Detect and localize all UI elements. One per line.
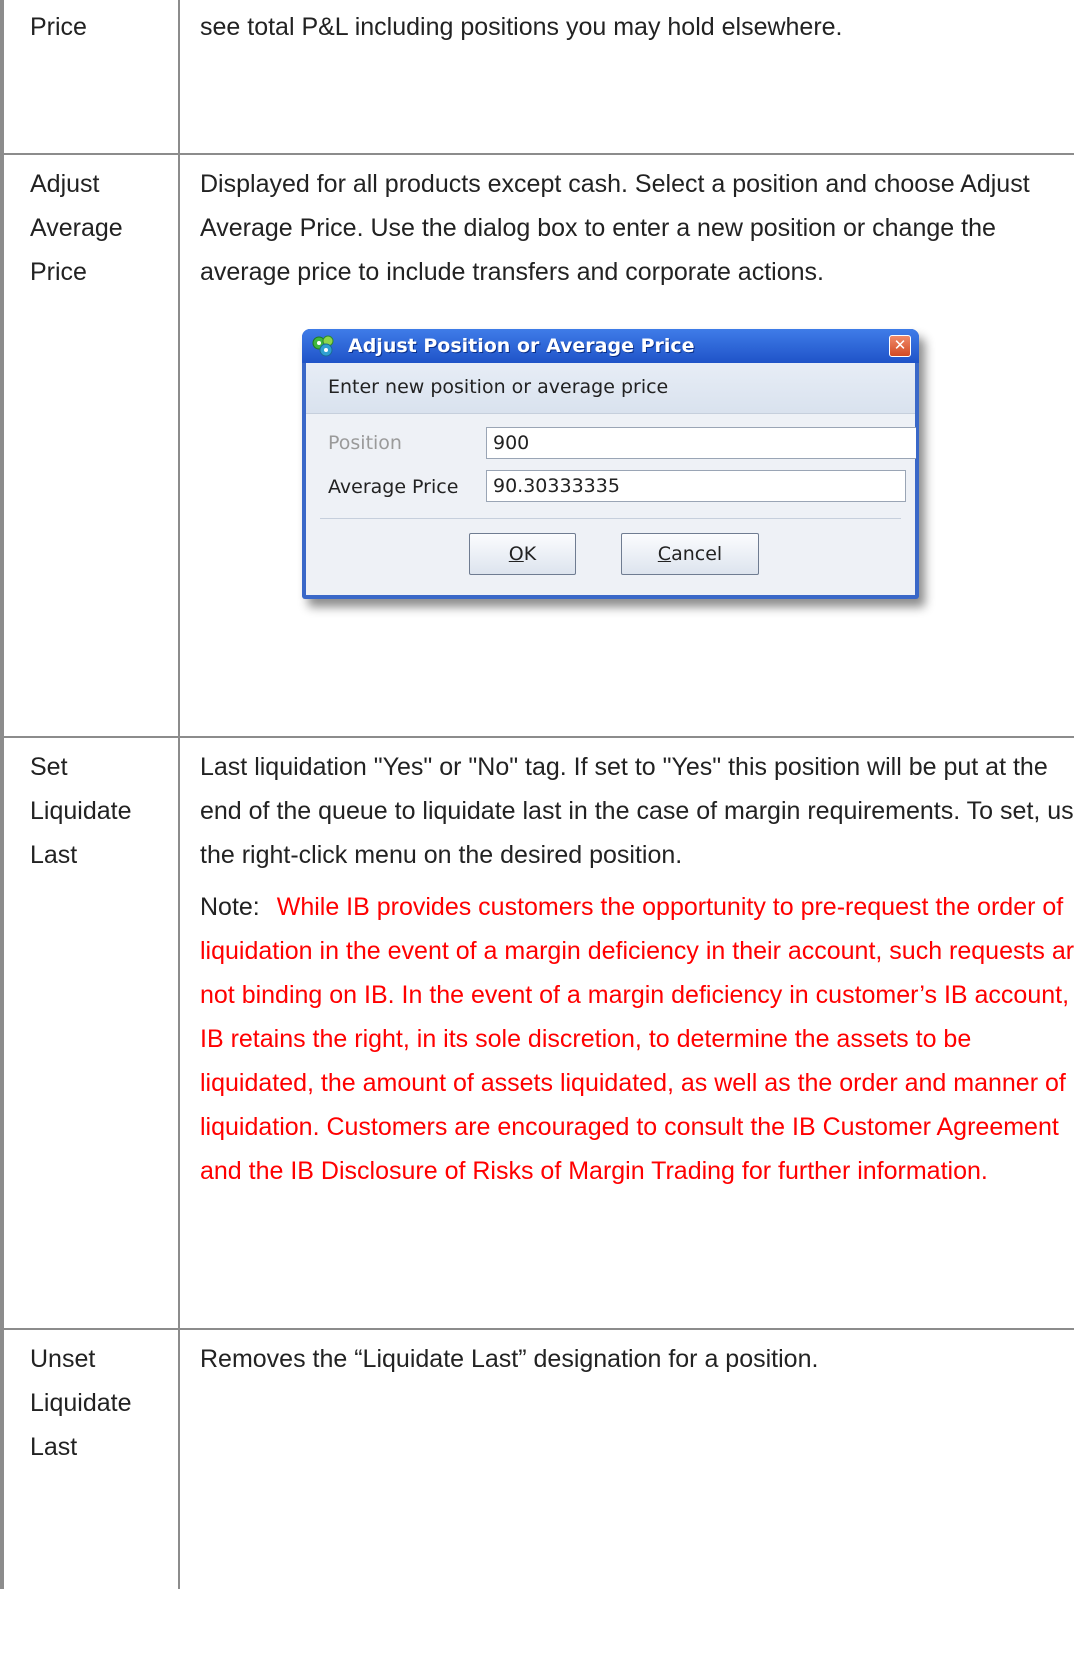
note-text: While IB provides customers the opportun… [200,893,1074,1185]
description-text: Last liquidation "Yes" or "No" tag. If s… [200,753,1074,869]
dialog-header: Enter new position or average price [306,363,915,414]
cancel-label: ancel [671,543,723,565]
term-cell: Unset Liquidate Last [0,1328,180,1589]
term-line: Set [30,753,68,781]
term-line: Unset [30,1345,96,1373]
term-line: Price [30,13,87,41]
dialog-prompt: Enter new position or average price [328,376,669,398]
description-cell: Removes the “Liquidate Last” designation… [178,1328,1074,1589]
dialog-title: Adjust Position or Average Price [348,335,695,357]
average-price-input[interactable]: 90.30333335 [486,470,906,502]
table-row: Set Liquidate Last Last liquidation "Yes… [0,736,1074,1330]
term-line: Liquidate [30,1389,132,1417]
cancel-button[interactable]: Cancel [621,533,759,575]
dialog-title-bar: Adjust Position or Average Price ✕ [302,329,919,363]
ok-label: K [523,543,537,565]
term-cell: Set Liquidate Last [0,736,180,1330]
term-line: Last [30,841,78,869]
term-cell: Adjust Average Price [0,153,180,738]
table-row: Price see total P&L including positions … [0,0,1074,155]
description-cell: Displayed for all products except cash. … [178,153,1074,738]
description-cell: Last liquidation "Yes" or "No" tag. If s… [178,736,1074,1330]
average-price-label: Average Price [328,476,459,498]
app-logo-icon [312,335,334,357]
ok-button[interactable]: OK [469,533,576,575]
dialog-separator [320,518,901,519]
term-line: Average [30,214,123,242]
term-line: Last [30,1433,78,1461]
definitions-table: Price see total P&L including positions … [0,0,1074,1589]
table-row: Unset Liquidate Last Removes the “Liquid… [0,1328,1074,1589]
description-text: see total P&L including positions you ma… [200,13,843,41]
close-icon[interactable]: ✕ [889,335,911,357]
description-text: Displayed for all products except cash. … [200,170,1030,286]
position-label: Position [328,432,402,454]
position-input[interactable]: 900 [486,427,916,459]
term-line: Adjust [30,170,100,198]
note-label: Note: [200,893,260,921]
description-cell: see total P&L including positions you ma… [178,0,1074,155]
term-cell: Price [0,0,180,155]
note-paragraph: Note: While IB provides customers the op… [200,885,1074,1193]
description-text: Removes the “Liquidate Last” designation… [200,1345,819,1373]
dialog-body: Enter new position or average price Posi… [306,363,916,595]
term-line: Liquidate [30,797,132,825]
ok-mnemonic: O [508,543,524,565]
term-line: Price [30,258,87,286]
adjust-position-dialog: Adjust Position or Average Price ✕ Enter… [302,329,919,599]
dialog-screenshot: Adjust Position or Average Price ✕ Enter… [302,329,923,604]
table-row: Adjust Average Price Displayed for all p… [0,153,1074,738]
cancel-mnemonic: C [657,543,672,565]
